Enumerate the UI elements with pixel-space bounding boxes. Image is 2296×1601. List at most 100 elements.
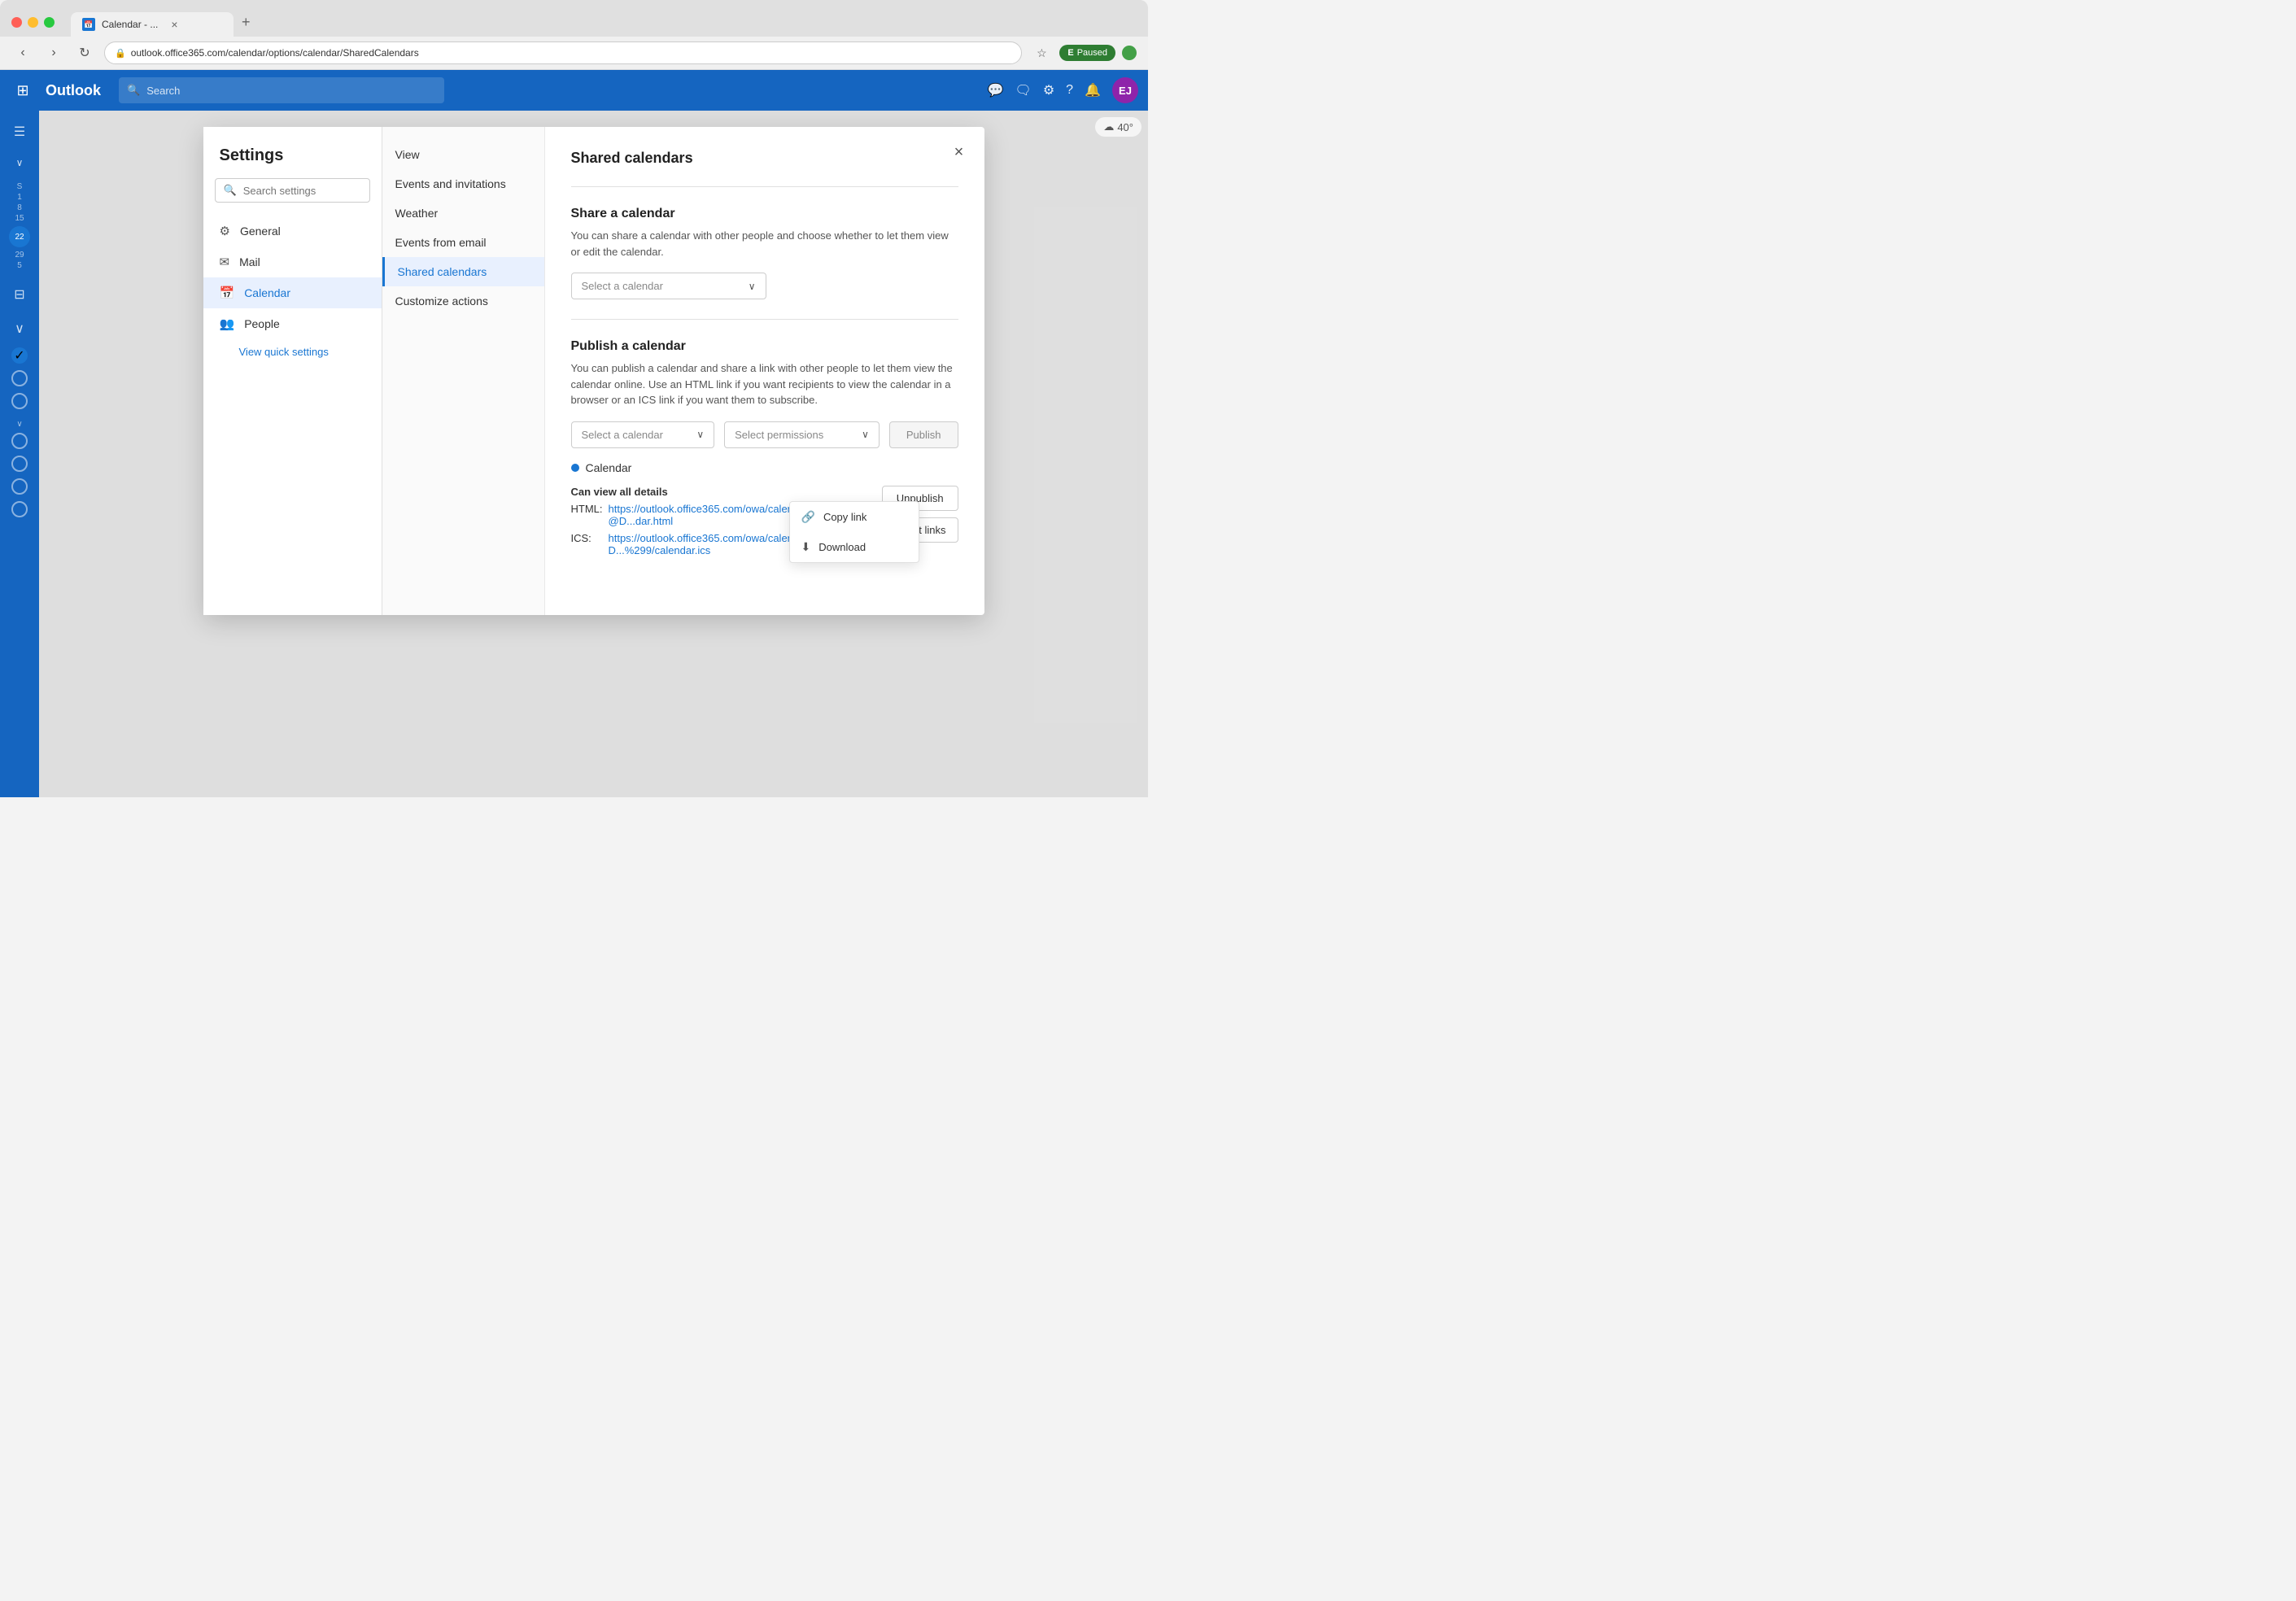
minimize-window-button[interactable]: [28, 17, 38, 28]
middle-nav-events-invitations[interactable]: Events and invitations: [382, 169, 544, 198]
chat-icon[interactable]: 💬: [988, 82, 1004, 98]
avatar[interactable]: EJ: [1112, 77, 1138, 103]
settings-nav-mail[interactable]: ✉ Mail: [203, 246, 382, 277]
header-search-box[interactable]: 🔍 Search: [119, 77, 444, 103]
tab-title: Calendar - ...: [102, 19, 158, 30]
weather-temp: 40°: [1117, 121, 1133, 133]
publish-permissions-chevron: ∨: [862, 429, 869, 440]
publish-permissions-text: Select permissions: [735, 429, 823, 441]
people-icon: 👥: [220, 316, 235, 331]
tab-bar: 📅 Calendar - ... × +: [71, 8, 259, 37]
header-search-placeholder: Search: [146, 85, 180, 97]
view-quick-settings-link[interactable]: View quick settings: [203, 339, 382, 364]
settings-nav-calendar[interactable]: 📅 Calendar: [203, 277, 382, 308]
new-tab-button[interactable]: +: [234, 8, 259, 37]
settings-nav-people[interactable]: 👥 People: [203, 308, 382, 339]
notifications-icon[interactable]: 🔔: [1085, 82, 1101, 98]
header-icons: 💬 🗨 ⚙ ? 🔔 EJ: [988, 77, 1138, 103]
publish-calendar-title: Publish a calendar: [571, 339, 958, 354]
copy-link-icon: 🔗: [801, 510, 815, 524]
middle-nav-shared-calendars[interactable]: Shared calendars: [382, 257, 544, 286]
close-window-button[interactable]: [11, 17, 22, 28]
reload-button[interactable]: ↻: [73, 41, 96, 64]
publish-calendar-chevron: ∨: [696, 429, 704, 440]
calendar-item-name: Calendar: [586, 461, 632, 474]
header-search-icon: 🔍: [127, 84, 140, 97]
divider-middle: [571, 319, 958, 320]
context-menu-copy-link[interactable]: 🔗 Copy link: [790, 502, 919, 532]
browser-titlebar: 📅 Calendar - ... × +: [0, 0, 1148, 37]
avatar-e: E: [1067, 48, 1073, 58]
sidebar-hamburger[interactable]: ☰: [5, 117, 34, 146]
publish-button[interactable]: Publish: [889, 421, 958, 448]
calendar-dot: [571, 464, 579, 472]
browser-action-1[interactable]: ☆: [1030, 41, 1053, 64]
publish-permissions-select[interactable]: Select permissions ∨: [724, 421, 880, 448]
settings-search-box[interactable]: 🔍: [215, 178, 370, 203]
address-bar[interactable]: 🔒 outlook.office365.com/calendar/options…: [104, 41, 1022, 64]
toolbar-actions: ☆ E Paused: [1030, 41, 1137, 64]
settings-icon[interactable]: ⚙: [1043, 82, 1054, 98]
browser-toolbar: ‹ › ↻ 🔒 outlook.office365.com/calendar/o…: [0, 37, 1148, 70]
mail-icon: ✉: [220, 255, 230, 269]
settings-middle-nav: View Events and invitations Weather Even…: [382, 127, 545, 615]
outlook-sidebar: ☰ ∨ S 1 8 15 22 29 5 ⊟ ∨ ✓ ∨: [0, 111, 39, 797]
settings-nav-general[interactable]: ⚙ General: [203, 216, 382, 246]
publish-calendar-select[interactable]: Select a calendar ∨: [571, 421, 715, 448]
middle-nav-weather[interactable]: Weather: [382, 198, 544, 228]
middle-nav-events-email[interactable]: Events from email: [382, 228, 544, 257]
paused-button[interactable]: E Paused: [1059, 45, 1115, 61]
sidebar-check[interactable]: ✓: [11, 347, 28, 364]
sidebar-view-toggle[interactable]: ⊟: [5, 280, 34, 309]
publish-controls: Select a calendar ∨ Select permissions ∨…: [571, 421, 958, 448]
download-icon: ⬇: [801, 540, 811, 554]
sidebar-circle-3: [11, 433, 28, 449]
today-date: 22: [9, 226, 30, 247]
share-calendar-chevron: ∨: [749, 281, 756, 292]
settings-content: × Shared calendars Share a calendar You …: [545, 127, 984, 615]
traffic-lights: [11, 17, 55, 28]
sidebar-collapse[interactable]: ∨: [5, 148, 34, 177]
sidebar-circle-1: [11, 370, 28, 386]
modal-overlay: Settings 🔍 ⚙ General ✉ Mail: [39, 111, 1148, 797]
publish-calendar-select-text: Select a calendar: [582, 429, 663, 441]
divider-top: [571, 186, 958, 187]
address-text: outlook.office365.com/calendar/options/c…: [131, 47, 419, 59]
can-view-label: Can view all details: [571, 486, 882, 498]
publish-calendar-desc: You can publish a calendar and share a l…: [571, 360, 958, 408]
tab-favicon: 📅: [82, 18, 95, 31]
share-calendar-title: Share a calendar: [571, 207, 958, 221]
settings-search-icon: 🔍: [224, 184, 237, 197]
sidebar-circle-5: [11, 478, 28, 495]
settings-left-nav: Settings 🔍 ⚙ General ✉ Mail: [203, 127, 382, 615]
browser-tab-active[interactable]: 📅 Calendar - ... ×: [71, 12, 234, 37]
share-calendar-select-text: Select a calendar: [582, 280, 663, 292]
calendar-icon: 📅: [220, 286, 235, 300]
back-button[interactable]: ‹: [11, 41, 34, 64]
sidebar-circle-6: [11, 501, 28, 517]
settings-search-input[interactable]: [243, 185, 361, 197]
share-calendar-select[interactable]: Select a calendar ∨: [571, 273, 766, 299]
sidebar-circle-2: [11, 393, 28, 409]
share-calendar-desc: You can share a calendar with other peop…: [571, 228, 958, 260]
sidebar-collapse-2[interactable]: ∨: [5, 314, 34, 343]
middle-nav-customize-actions[interactable]: Customize actions: [382, 286, 544, 316]
waffle-menu-button[interactable]: ⊞: [10, 77, 36, 103]
context-menu: 🔗 Copy link ⬇ Download: [789, 501, 919, 563]
context-menu-download[interactable]: ⬇ Download: [790, 532, 919, 562]
teams-icon[interactable]: 🗨: [1015, 82, 1032, 98]
extension-icon[interactable]: [1122, 46, 1137, 60]
settings-title: Settings: [203, 146, 382, 178]
lock-icon: 🔒: [115, 48, 126, 59]
outlook-logo: Outlook: [46, 82, 101, 99]
html-label: HTML:: [571, 503, 604, 515]
copy-link-label: Copy link: [823, 511, 866, 523]
middle-nav-view[interactable]: View: [382, 140, 544, 169]
sidebar-circle-4: [11, 456, 28, 472]
maximize-window-button[interactable]: [44, 17, 55, 28]
settings-close-button[interactable]: ×: [947, 140, 971, 164]
forward-button[interactable]: ›: [42, 41, 65, 64]
tab-close-button[interactable]: ×: [171, 18, 177, 31]
ics-label: ICS:: [571, 532, 604, 544]
help-icon[interactable]: ?: [1066, 83, 1073, 98]
